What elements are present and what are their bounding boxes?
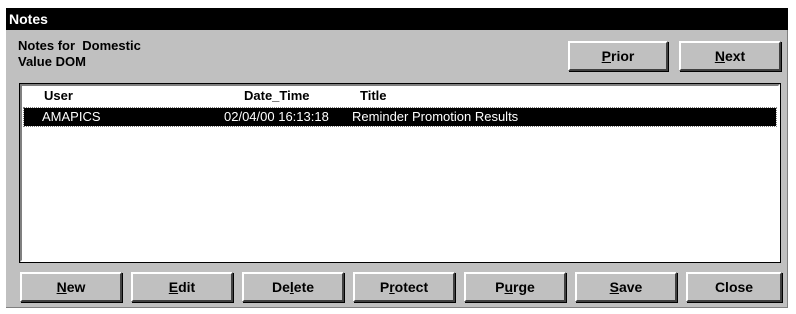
- column-header-user[interactable]: User: [44, 88, 73, 103]
- row-user: AMAPICS: [42, 109, 101, 124]
- delete-button[interactable]: De l ete: [242, 272, 344, 302]
- save-button[interactable]: Save: [575, 272, 677, 302]
- notes-window: Notes Notes for Domestic Value DOM Prior…: [6, 8, 788, 308]
- row-date-time: 02/04/00 16:13:18: [224, 109, 329, 124]
- value-label: Value DOM: [18, 54, 86, 69]
- notes-header: Notes for Domestic Value DOM: [18, 38, 141, 70]
- column-header-date-time[interactable]: Date_Time: [244, 88, 310, 103]
- purge-button[interactable]: Pu rge: [464, 272, 566, 302]
- new-button[interactable]: New: [20, 272, 122, 302]
- protect-button[interactable]: Pr otect: [353, 272, 455, 302]
- edit-button[interactable]: Edit: [131, 272, 233, 302]
- prior-button[interactable]: Prior: [568, 41, 668, 71]
- next-button[interactable]: Next: [679, 41, 781, 71]
- close-button[interactable]: Close: [686, 272, 782, 302]
- column-header-title[interactable]: Title: [360, 88, 387, 103]
- window-title: Notes: [6, 8, 788, 30]
- notes-list[interactable]: User Date_Time Title AMAPICS 02/04/00 16…: [19, 83, 781, 263]
- table-row[interactable]: AMAPICS 02/04/00 16:13:18 Reminder Promo…: [23, 107, 777, 127]
- notes-for-label: Notes for Domestic: [18, 38, 141, 53]
- row-title: Reminder Promotion Results: [352, 109, 519, 124]
